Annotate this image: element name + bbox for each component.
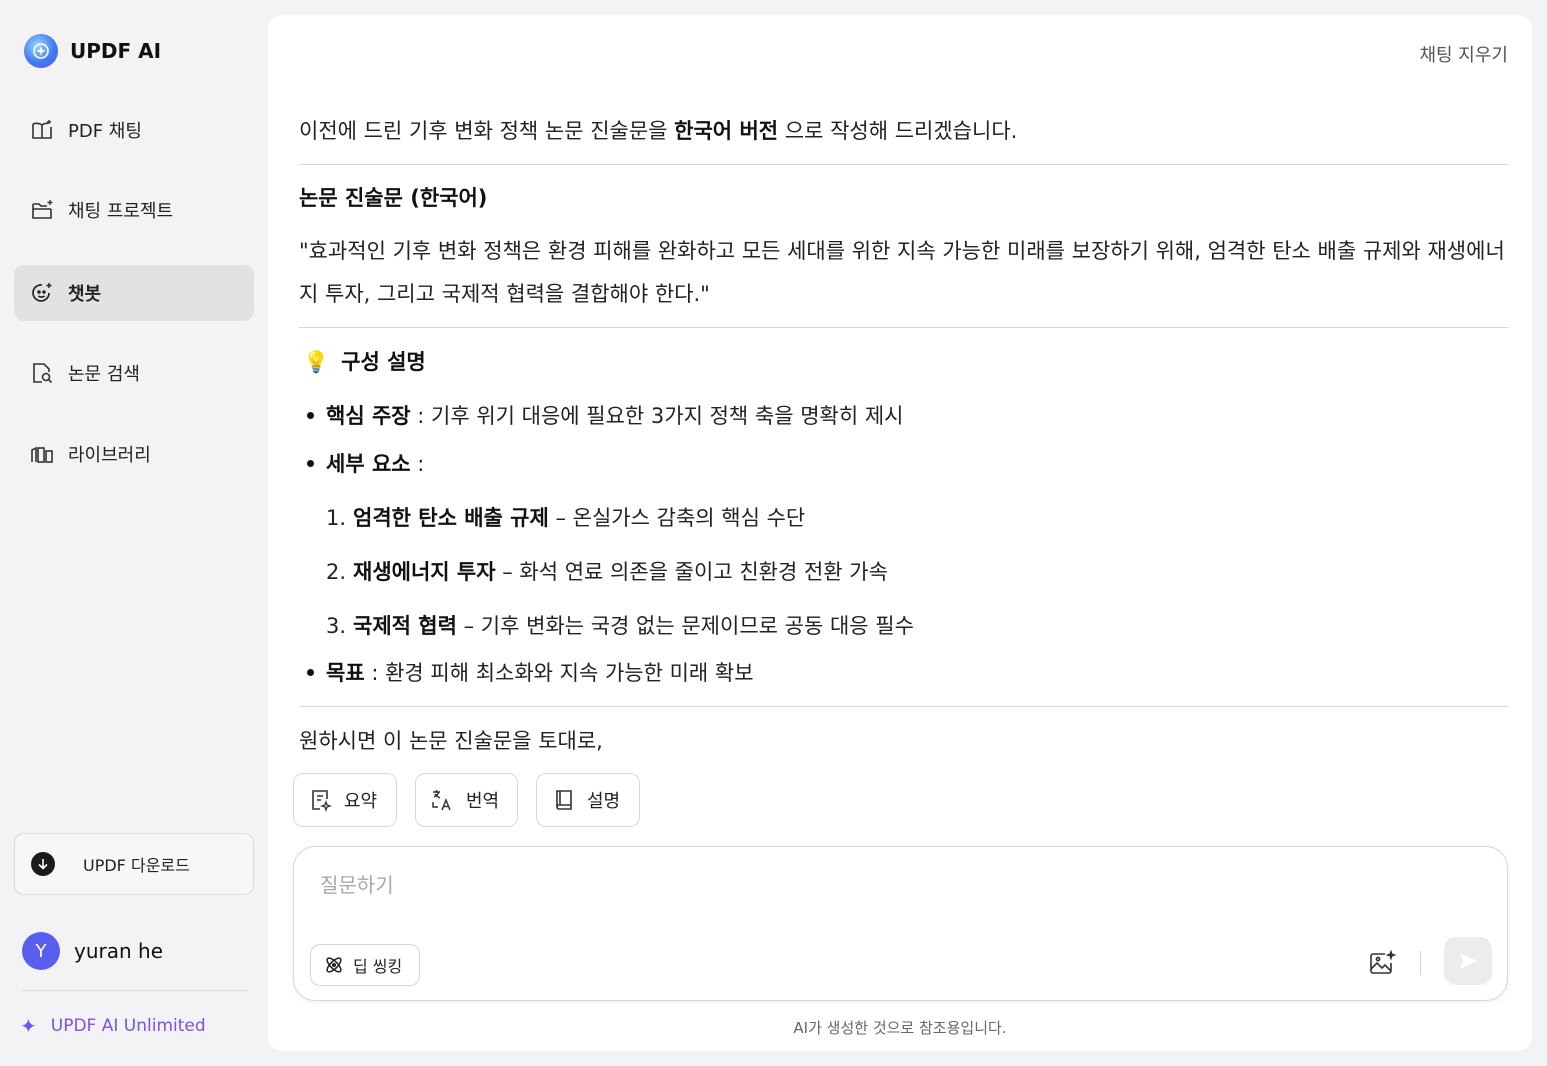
sidebar: UPDF AI PDF 채팅 채팅 프로젝트 챗봇 논문 검색 라이브러리 UP… [0,0,268,1066]
intro-highlight: 한국어 버전 [674,119,779,143]
message-intro: 이전에 드린 기후 변화 정책 논문 진술문을 한국어 버전 으로 작성해 드리… [299,119,1018,143]
sidebar-item-paper-search[interactable]: 논문 검색 [14,345,254,401]
sidebar-item-chatbot[interactable]: 챗봇 [14,265,254,321]
thesis-quote: "효과적인 기후 변화 정책은 환경 피해를 완화하고 모든 세대를 위한 지속… [299,239,1505,306]
deep-thinking-button[interactable]: 딥 씽킹 [310,944,420,986]
send-icon [1460,953,1477,969]
list-item: 핵심 주장 : 기후 위기 대응에 필요한 3가지 정책 축을 명확히 제시 [307,400,904,430]
chat-panel: 채팅 지우기 이전에 드린 기후 변화 정책 논문 진술문을 한국어 버전 으로… [268,15,1532,1051]
book-icon [551,787,577,813]
sidebar-item-chat-project[interactable]: 채팅 프로젝트 [14,182,254,238]
chat-input[interactable] [318,867,1422,903]
send-button[interactable] [1444,937,1492,985]
book-sparkle-icon [29,117,55,143]
paper-search-icon [29,360,55,386]
translate-button[interactable]: 번역 [415,773,518,827]
download-icon [31,852,55,876]
numbered-item: 3. 국제적 협력 – 기후 변화는 국경 없는 문제이므로 공동 대응 필수 [326,614,914,638]
user-profile[interactable]: Y yuran he [22,932,163,970]
sidebar-item-label: 채팅 프로젝트 [68,201,174,222]
sidebar-item-pdf-chat[interactable]: PDF 채팅 [14,102,254,158]
summary-label: 요약 [344,791,378,812]
upgrade-label: UPDF AI Unlimited [50,1016,206,1036]
follow-up-text: 원하시면 이 논문 진술문을 토대로, [299,729,603,753]
explain-button[interactable]: 설명 [536,773,640,827]
structure-title: 💡 구성 설명 [303,350,426,374]
sidebar-item-library[interactable]: 라이브러리 [14,426,254,482]
divider [299,327,1508,328]
list-item: 목표 : 환경 피해 최소화와 지속 가능한 미래 확보 [307,657,754,687]
clear-chat-button[interactable]: 채팅 지우기 [1419,41,1508,67]
chatbot-icon [29,280,55,306]
sidebar-item-label: PDF 채팅 [68,121,142,142]
numbered-item: 1. 엄격한 탄소 배출 규제 – 온실가스 감축의 핵심 수단 [326,506,806,530]
translate-icon [430,787,456,813]
brand[interactable]: UPDF AI [24,34,161,68]
sparkle-icon: ✦ [20,1014,37,1038]
library-icon [29,441,55,467]
translate-label: 번역 [466,791,500,812]
atom-icon [323,954,345,976]
summary-icon [308,787,334,813]
user-name: yuran he [74,939,164,963]
divider [299,164,1508,165]
section-title: 논문 진술문 (한국어) [299,186,488,210]
brand-name: UPDF AI [70,39,162,63]
sidebar-divider [22,990,248,991]
sidebar-item-label: 챗봇 [68,284,102,305]
ai-disclaimer: AI가 생성한 것으로 참조용입니다. [793,1019,1007,1037]
input-divider [1420,951,1421,975]
summary-button[interactable]: 요약 [293,773,397,827]
numbered-item: 2. 재생에너지 투자 – 화석 연료 의존을 줄이고 친환경 전환 가속 [326,560,888,584]
explain-label: 설명 [587,791,621,812]
download-label: UPDF 다운로드 [83,856,190,875]
avatar: Y [22,932,60,970]
chat-input-box: 딥 씽킹 [293,846,1508,1001]
deep-thinking-label: 딥 씽킹 [353,957,403,976]
upgrade-link[interactable]: ✦ UPDF AI Unlimited [20,1014,206,1038]
sidebar-item-label: 라이브러리 [68,445,151,466]
divider [299,706,1508,707]
lightbulb-icon: 💡 [303,350,330,374]
image-sparkle-icon [1370,950,1397,974]
image-upload-button[interactable] [1368,948,1398,978]
folder-sparkle-icon [29,197,55,223]
updf-logo-icon [24,34,58,68]
sidebar-item-label: 논문 검색 [68,364,140,385]
download-button[interactable]: UPDF 다운로드 [14,833,254,895]
list-item: 세부 요소 : [307,448,424,478]
